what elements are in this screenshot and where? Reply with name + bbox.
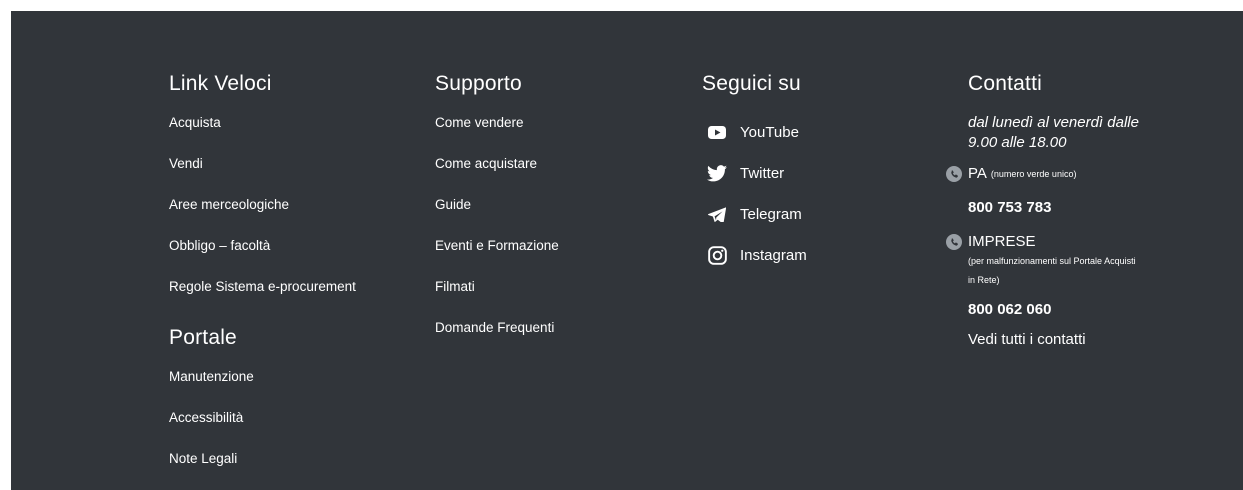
pa-phone-number[interactable]: 800 753 783 (968, 198, 1208, 218)
pa-label: PA (968, 165, 987, 182)
link-manutenzione[interactable]: Manutenzione (169, 367, 409, 408)
link-obbligo-facolta[interactable]: Obbligo – facoltà (169, 236, 409, 277)
imprese-phone-number[interactable]: 800 062 060 (968, 300, 1208, 320)
social-title: Seguici su (702, 72, 801, 95)
imprese-note: (per malfunzionamenti sul Portale Acquis… (968, 256, 1136, 285)
link-domande-frequenti[interactable]: Domande Frequenti (435, 318, 675, 359)
phone-icon (946, 166, 962, 182)
social-column: Seguici su YouTube Twitter Telegram Inst… (702, 69, 942, 276)
telegram-icon (707, 205, 727, 225)
phone-icon (946, 234, 962, 250)
social-twitter[interactable]: Twitter (702, 153, 942, 194)
contacts-column: Contatti dal lunedì al venerdì dalle 9.0… (946, 69, 1208, 350)
contacts-title: Contatti (968, 72, 1042, 95)
youtube-icon (707, 123, 727, 143)
link-aree-merceologiche[interactable]: Aree merceologiche (169, 195, 409, 236)
link-guide[interactable]: Guide (435, 195, 675, 236)
quick-links-title: Link Veloci (169, 72, 272, 95)
social-youtube-label: YouTube (740, 123, 799, 141)
link-come-vendere[interactable]: Come vendere (435, 113, 675, 154)
social-instagram-label: Instagram (740, 246, 807, 264)
support-title: Supporto (435, 72, 522, 95)
link-accessibilita[interactable]: Accessibilità (169, 408, 409, 449)
pa-note: (numero verde unico) (990, 169, 1077, 179)
social-telegram[interactable]: Telegram (702, 194, 942, 235)
link-note-legali[interactable]: Note Legali (169, 449, 409, 490)
link-acquista[interactable]: Acquista (169, 113, 409, 154)
portal-title: Portale (169, 326, 237, 349)
quick-links-column: Link Veloci Acquista Vendi Aree merceolo… (169, 69, 409, 490)
contact-imprese: IMPRESE (946, 232, 1208, 252)
support-column: Supporto Come vendere Come acquistare Gu… (435, 69, 675, 359)
link-vendi[interactable]: Vendi (169, 154, 409, 195)
all-contacts-link[interactable]: Vedi tutti i contatti (968, 330, 1208, 350)
contact-pa: PA (numero verde unico) (946, 164, 1208, 184)
link-eventi-formazione[interactable]: Eventi e Formazione (435, 236, 675, 277)
instagram-icon (707, 246, 727, 266)
social-youtube[interactable]: YouTube (702, 112, 942, 153)
link-come-acquistare[interactable]: Come acquistare (435, 154, 675, 195)
twitter-icon (707, 164, 727, 184)
site-footer: Link Veloci Acquista Vendi Aree merceolo… (11, 11, 1243, 490)
imprese-label: IMPRESE (968, 233, 1036, 250)
social-telegram-label: Telegram (740, 205, 802, 223)
contacts-hours: dal lunedì al venerdì dalle 9.00 alle 18… (968, 114, 1139, 151)
link-regole-sistema[interactable]: Regole Sistema e-procurement (169, 277, 409, 318)
social-instagram[interactable]: Instagram (702, 235, 942, 276)
social-twitter-label: Twitter (740, 164, 785, 182)
link-filmati[interactable]: Filmati (435, 277, 675, 318)
